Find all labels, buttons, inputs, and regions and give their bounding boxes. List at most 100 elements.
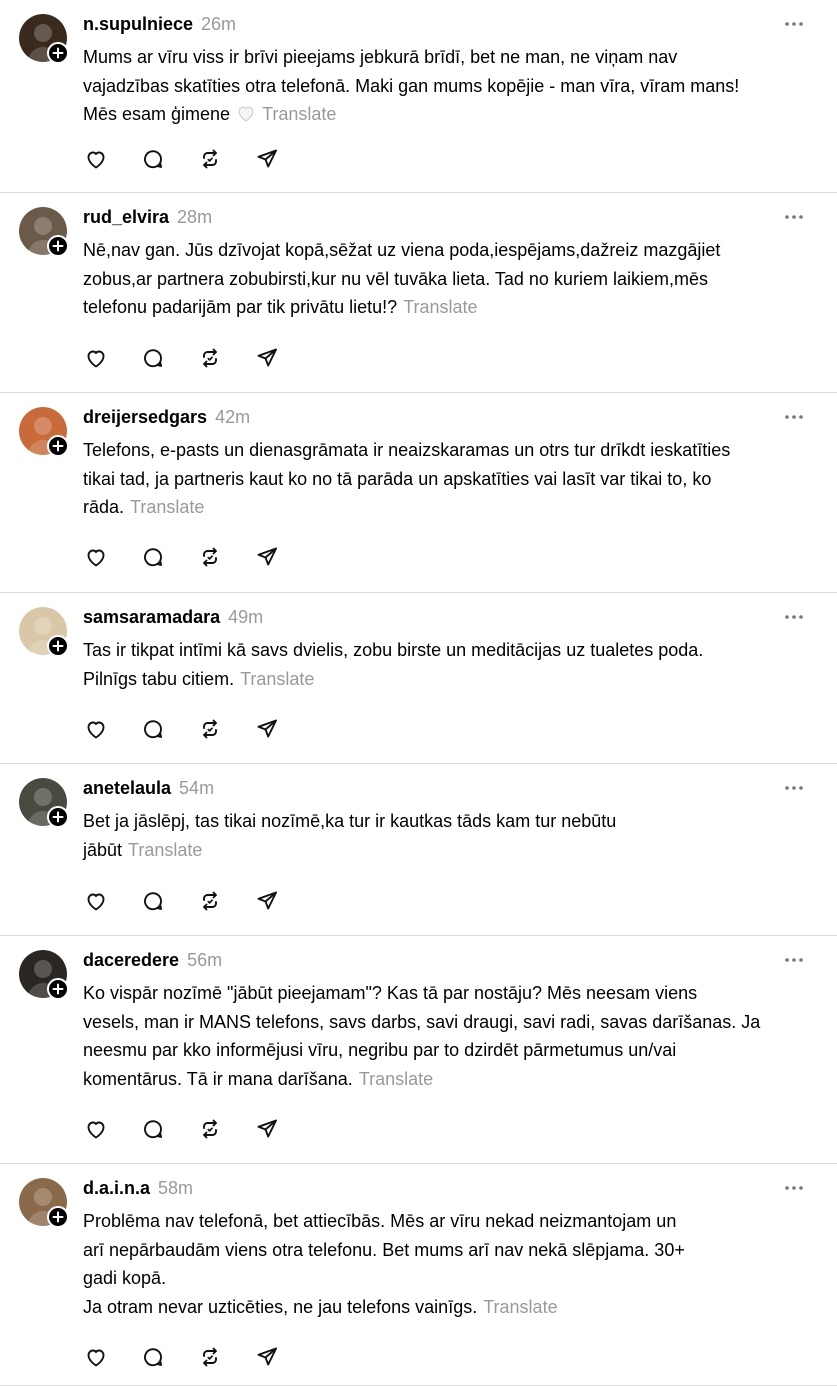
follow-plus-icon[interactable] xyxy=(47,235,69,257)
repost-button[interactable] xyxy=(197,146,223,172)
translate-link[interactable]: Translate xyxy=(483,1297,557,1317)
more-options-icon[interactable] xyxy=(781,207,807,227)
follow-plus-icon[interactable] xyxy=(47,42,69,64)
share-button[interactable] xyxy=(254,1344,280,1370)
repost-icon xyxy=(198,1117,222,1141)
username[interactable]: dreijersedgars xyxy=(83,407,207,428)
post-text: Telefons, e-pasts un dienasgrāmata ir ne… xyxy=(83,436,797,522)
post-text-line: rāda. Translate xyxy=(83,493,797,522)
translate-link[interactable]: Translate xyxy=(128,840,202,860)
heart-button[interactable] xyxy=(83,1116,109,1142)
heart-icon xyxy=(84,1345,108,1369)
comment-button[interactable] xyxy=(140,544,166,570)
translate-link[interactable]: Translate xyxy=(240,669,314,689)
post-text-line: Ja otram nevar uzticēties, ne jau telefo… xyxy=(83,1293,797,1322)
post-actions xyxy=(83,345,311,371)
translate-link[interactable]: Translate xyxy=(403,297,477,317)
more-options-icon[interactable] xyxy=(781,950,807,970)
heart-button[interactable] xyxy=(83,1344,109,1370)
post-actions xyxy=(83,146,311,172)
repost-icon xyxy=(198,1345,222,1369)
username[interactable]: samsaramadara xyxy=(83,607,220,628)
follow-plus-icon[interactable] xyxy=(47,435,69,457)
follow-plus-icon[interactable] xyxy=(47,978,69,1000)
more-options-icon[interactable] xyxy=(781,14,807,34)
username[interactable]: anetelaula xyxy=(83,778,171,799)
post-text-line: Tas ir tikpat intīmi kā savs dvielis, zo… xyxy=(83,636,797,665)
more-options-icon[interactable] xyxy=(781,1178,807,1198)
username[interactable]: n.supulniece xyxy=(83,14,193,35)
post-text-content: Problēma nav telefonā, bet attiecībās. M… xyxy=(83,1211,677,1231)
repost-button[interactable] xyxy=(197,345,223,371)
repost-button[interactable] xyxy=(197,544,223,570)
share-icon xyxy=(255,545,279,569)
heart-button[interactable] xyxy=(83,146,109,172)
post-header: anetelaula 54m xyxy=(83,778,214,800)
post-timestamp[interactable]: 26m xyxy=(201,14,236,35)
avatar-container[interactable] xyxy=(19,950,69,1000)
share-button[interactable] xyxy=(254,1116,280,1142)
post-text: Tas ir tikpat intīmi kā savs dvielis, zo… xyxy=(83,636,797,693)
share-button[interactable] xyxy=(254,345,280,371)
post-header: samsaramadara 49m xyxy=(83,607,263,629)
post-text-line: Pilnīgs tabu citiem. Translate xyxy=(83,665,797,694)
follow-plus-icon[interactable] xyxy=(47,1206,69,1228)
post-text-line: Nē,nav gan. Jūs dzīvojat kopā,sēžat uz v… xyxy=(83,236,797,265)
translate-link[interactable]: Translate xyxy=(359,1069,433,1089)
reply-post: daceredere 56m Ko vispār nozīmē "jābūt pie… xyxy=(0,936,837,1164)
comment-button[interactable] xyxy=(140,1116,166,1142)
avatar-container[interactable] xyxy=(19,14,69,64)
more-options-icon[interactable] xyxy=(781,778,807,798)
post-timestamp[interactable]: 56m xyxy=(187,950,222,971)
post-text: Ko vispār nozīmē "jābūt pieejamam"? Kas … xyxy=(83,979,797,1093)
avatar-container[interactable] xyxy=(19,607,69,657)
heart-button[interactable] xyxy=(83,345,109,371)
post-text-content: gadi kopā. xyxy=(83,1268,167,1288)
post-timestamp[interactable]: 42m xyxy=(215,407,250,428)
follow-plus-icon[interactable] xyxy=(47,635,69,657)
username[interactable]: daceredere xyxy=(83,950,179,971)
avatar-container[interactable] xyxy=(19,778,69,828)
repost-button[interactable] xyxy=(197,888,223,914)
translate-link[interactable]: Translate xyxy=(130,497,204,517)
share-button[interactable] xyxy=(254,544,280,570)
avatar-container[interactable] xyxy=(19,207,69,257)
more-options-icon[interactable] xyxy=(781,407,807,427)
comment-button[interactable] xyxy=(140,1344,166,1370)
username[interactable]: rud_elvira xyxy=(83,207,169,228)
heart-button[interactable] xyxy=(83,888,109,914)
post-timestamp[interactable]: 54m xyxy=(179,778,214,799)
post-text: Bet ja jāslēpj, tas tikai nozīmē,ka tur … xyxy=(83,807,797,864)
follow-plus-icon[interactable] xyxy=(47,806,69,828)
post-header: dreijersedgars 42m xyxy=(83,407,250,429)
post-text-line: Telefons, e-pasts un dienasgrāmata ir ne… xyxy=(83,436,797,465)
repost-button[interactable] xyxy=(197,1344,223,1370)
repost-button[interactable] xyxy=(197,716,223,742)
heart-button[interactable] xyxy=(83,544,109,570)
comment-button[interactable] xyxy=(140,888,166,914)
avatar-container[interactable] xyxy=(19,1178,69,1228)
comment-button[interactable] xyxy=(140,716,166,742)
post-text: Problēma nav telefonā, bet attiecībās. M… xyxy=(83,1207,797,1321)
share-button[interactable] xyxy=(254,888,280,914)
share-button[interactable] xyxy=(254,146,280,172)
share-icon xyxy=(255,346,279,370)
more-options-icon[interactable] xyxy=(781,607,807,627)
avatar-container[interactable] xyxy=(19,407,69,457)
share-button[interactable] xyxy=(254,716,280,742)
username[interactable]: d.a.i.n.a xyxy=(83,1178,150,1199)
comment-button[interactable] xyxy=(140,146,166,172)
post-timestamp[interactable]: 49m xyxy=(228,607,263,628)
post-text-content: jābūt xyxy=(83,839,123,860)
post-timestamp[interactable]: 28m xyxy=(177,207,212,228)
repost-button[interactable] xyxy=(197,1116,223,1142)
comment-button[interactable] xyxy=(140,345,166,371)
translate-link[interactable]: Translate xyxy=(262,104,336,124)
post-actions xyxy=(83,716,311,742)
share-icon xyxy=(255,1117,279,1141)
post-timestamp[interactable]: 58m xyxy=(158,1178,193,1199)
post-text-line: Mēs esam ģimene Translate xyxy=(83,100,797,131)
post-text-content: neesmu par kko informējusi vīru, negribu… xyxy=(83,1040,677,1060)
heart-button[interactable] xyxy=(83,716,109,742)
post-text-content: Mums ar vīru viss ir brīvi pieejams jebk… xyxy=(83,47,678,67)
